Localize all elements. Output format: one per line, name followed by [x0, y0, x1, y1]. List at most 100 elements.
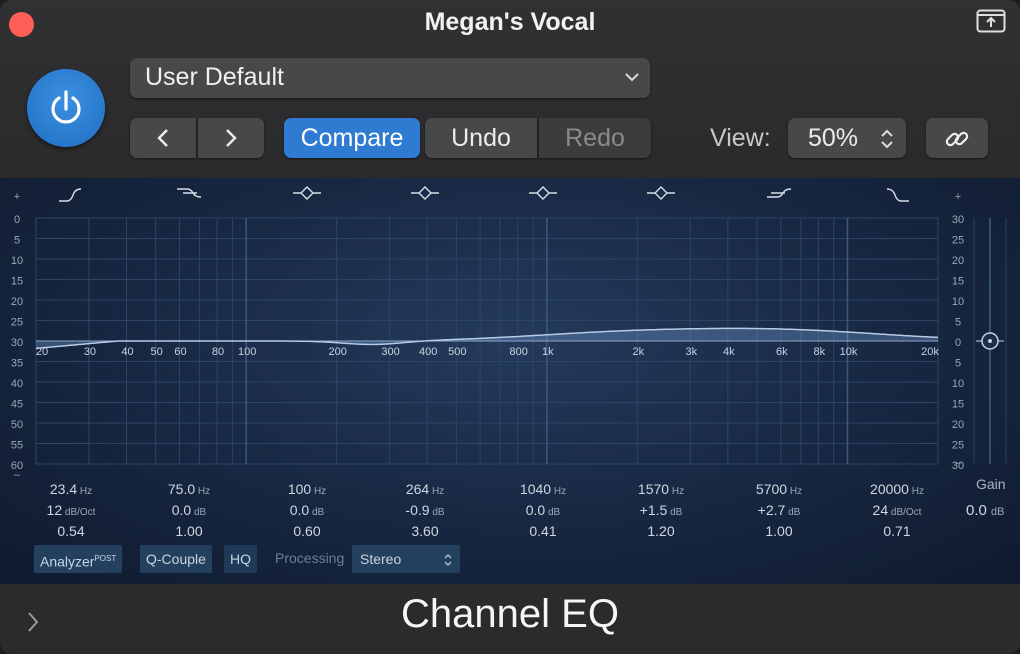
plugin-name: Channel EQ [401, 592, 619, 636]
band-q-value: 1.00 [175, 523, 203, 539]
frequency-label: 20k [921, 346, 939, 358]
right-scale-label: 15 [952, 276, 964, 288]
band-frequency-unit: Hz [311, 486, 327, 497]
analyzer-button[interactable]: AnalyzerPOST [34, 545, 123, 573]
processing-value: Stereo [360, 551, 402, 567]
left-scale-label: 0 [14, 214, 20, 226]
analyzer-post-label: POST [94, 554, 117, 563]
right-scale-label: + [955, 191, 961, 203]
low-shelf-icon[interactable] [177, 188, 202, 198]
band-gain[interactable]: -0.9 dB [375, 502, 475, 523]
right-scale-label: – [955, 457, 962, 469]
band-frequency-value: 1570 [637, 481, 670, 497]
band-frequency[interactable]: 5700 Hz [729, 481, 829, 502]
band-gain[interactable]: 0.0 dB [257, 502, 357, 523]
frequency-label: 50 [151, 346, 163, 358]
frequency-label: 500 [448, 346, 466, 358]
band-frequency[interactable]: 100 Hz [257, 481, 357, 502]
band-frequency[interactable]: 1570 Hz [611, 481, 711, 502]
frequency-label: 400 [419, 346, 437, 358]
frequency-label: 3k [685, 346, 697, 358]
band-gain-unit: dB [309, 507, 325, 518]
frequency-label: 200 [328, 346, 346, 358]
q-couple-button[interactable]: Q-Couple [140, 545, 212, 573]
band-q[interactable]: 3.60 [375, 523, 475, 544]
band-q[interactable]: 0.54 [21, 523, 121, 544]
band-column: 5700 Hz +2.7 dB 1.00 [729, 481, 829, 544]
hq-button[interactable]: HQ [224, 545, 257, 573]
frequency-label: 100 [238, 346, 256, 358]
gain-label: Gain [976, 476, 1006, 492]
band-gain-value: -0.9 [405, 502, 430, 518]
band-gain[interactable]: 0.0 dB [493, 502, 593, 523]
band-q-value: 3.60 [411, 523, 439, 539]
band-q-value: 0.60 [293, 523, 321, 539]
band-column: 100 Hz 0.0 dB 0.60 [257, 481, 357, 544]
band-frequency[interactable]: 264 Hz [375, 481, 475, 502]
left-scale-label: 20 [11, 296, 23, 308]
high-cut-icon[interactable] [886, 188, 909, 202]
frequency-label: 4k [723, 346, 735, 358]
band-frequency-value: 20000 [870, 481, 909, 497]
band-gain-unit: dB [667, 507, 683, 518]
band-q-value: 1.20 [647, 523, 675, 539]
right-scale-label: 10 [952, 296, 964, 308]
band-q[interactable]: 1.00 [729, 523, 829, 544]
gain-unit: dB [991, 506, 1005, 518]
right-scale-label: 25 [952, 235, 964, 247]
left-scale-label: 10 [11, 255, 23, 267]
frequency-label: 8k [814, 346, 826, 358]
band-q-value: 0.71 [883, 523, 911, 539]
left-scale-label: 50 [11, 419, 23, 431]
band-gain[interactable]: +2.7 dB [729, 502, 829, 523]
processing-label: Processing [275, 550, 345, 566]
band-q[interactable]: 0.71 [847, 523, 947, 544]
peak-band-icon[interactable] [647, 186, 675, 200]
band-frequency[interactable]: 75.0 Hz [139, 481, 239, 502]
band-gain[interactable]: 12 dB/Oct [21, 502, 121, 523]
band-column: 264 Hz -0.9 dB 3.60 [375, 481, 475, 544]
band-column: 75.0 Hz 0.0 dB 1.00 [139, 481, 239, 544]
band-frequency[interactable]: 23.4 Hz [21, 481, 121, 502]
band-q-value: 0.41 [529, 523, 557, 539]
frequency-label: 1k [542, 346, 554, 358]
frequency-label: 30 [84, 346, 96, 358]
frequency-label: 300 [381, 346, 399, 358]
band-frequency-unit: Hz [77, 486, 93, 497]
band-frequency[interactable]: 1040 Hz [493, 481, 593, 502]
band-gain[interactable]: 0.0 dB [139, 502, 239, 523]
band-gain[interactable]: +1.5 dB [611, 502, 711, 523]
band-q[interactable]: 1.20 [611, 523, 711, 544]
band-frequency-value: 75.0 [167, 481, 196, 497]
peak-band-icon[interactable] [411, 186, 439, 200]
left-scale-label: – [14, 469, 21, 481]
band-q-value: 1.00 [765, 523, 793, 539]
band-gain-unit: dB [545, 507, 561, 518]
band-q[interactable]: 1.00 [139, 523, 239, 544]
updown-chevron-icon [444, 554, 452, 566]
frequency-label: 2k [633, 346, 645, 358]
band-q[interactable]: 0.60 [257, 523, 357, 544]
right-scale-label: 30 [952, 214, 964, 226]
high-shelf-icon[interactable] [767, 188, 792, 198]
band-frequency-unit: Hz [787, 486, 803, 497]
band-gain-value: 0.0 [171, 502, 192, 518]
band-gain-value: 0.0 [289, 502, 310, 518]
right-scale-label: 10 [952, 378, 964, 390]
band-gain-unit: dB [785, 507, 801, 518]
right-scale-label: 20 [952, 419, 964, 431]
left-scale-label: + [14, 191, 20, 203]
band-frequency[interactable]: 20000 Hz [847, 481, 947, 502]
gain-slider[interactable] [973, 218, 1007, 464]
band-frequency-unit: Hz [908, 486, 924, 497]
band-frequency-value: 100 [287, 481, 312, 497]
band-column: 20000 Hz 24 dB/Oct 0.71 [847, 481, 947, 544]
gain-value[interactable]: 0.0 dB [966, 502, 1005, 519]
left-scale-label: 30 [11, 337, 23, 349]
peak-band-icon[interactable] [529, 186, 557, 200]
peak-band-icon[interactable] [293, 186, 321, 200]
low-cut-icon[interactable] [59, 188, 82, 202]
band-gain[interactable]: 24 dB/Oct [847, 502, 947, 523]
processing-select[interactable]: Stereo [352, 545, 460, 573]
band-q[interactable]: 0.41 [493, 523, 593, 544]
